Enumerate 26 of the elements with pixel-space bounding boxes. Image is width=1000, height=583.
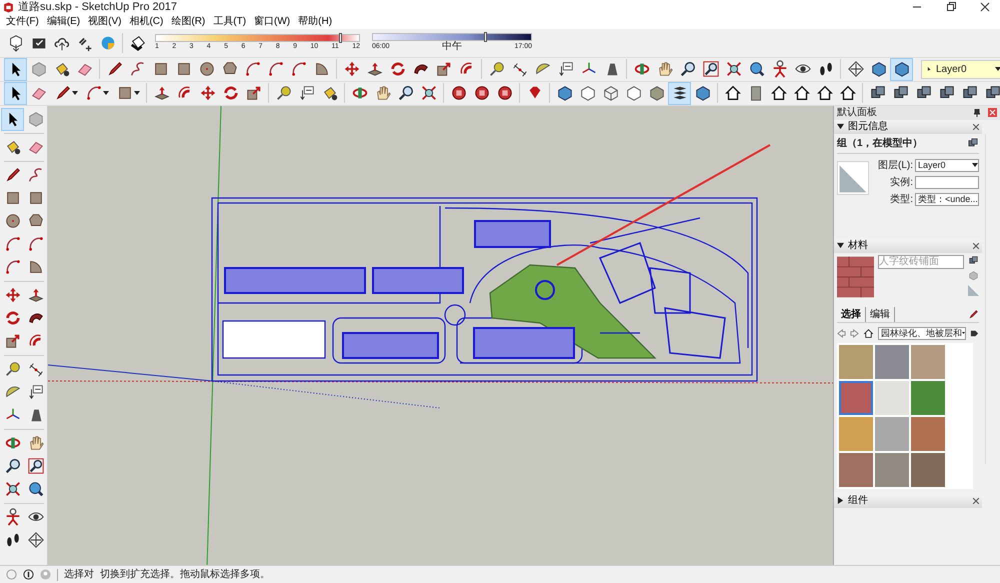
menu-item[interactable]: 相机(C) <box>126 15 166 28</box>
section-header[interactable]: 组件 <box>834 494 982 508</box>
menu-item[interactable]: 视图(V) <box>85 15 124 28</box>
menu-item[interactable]: 窗口(W) <box>251 15 294 28</box>
tray-title: 默认面板 <box>837 106 878 120</box>
menu-item[interactable]: 帮助(H) <box>295 15 336 28</box>
menu-item[interactable]: 编辑(E) <box>44 15 84 28</box>
menu-item[interactable]: 绘图(R) <box>168 15 208 28</box>
field-label: 类型: <box>889 192 913 207</box>
window-title: 道路su.skp - SketchUp Pro 2017 <box>18 0 177 14</box>
menu-item[interactable]: 工具(T) <box>210 15 250 28</box>
status-text: 选择对 <box>64 568 94 582</box>
selection-info: 组（1，在模型中） <box>837 136 924 151</box>
layer-name: Layer0 <box>936 62 968 77</box>
tab[interactable]: 编辑 <box>866 306 895 322</box>
field-label: 图层(L): <box>877 158 913 173</box>
dropdown-field[interactable]: Layer0 <box>915 158 979 172</box>
menu-item[interactable]: 文件(F) <box>3 15 42 28</box>
field-label: 实例: <box>889 176 913 190</box>
tab[interactable]: 选择 <box>837 306 866 322</box>
time-label: 中午 <box>442 41 462 52</box>
section-header[interactable]: 材料 <box>834 238 982 253</box>
layer-dropdown[interactable]: Layer0 <box>921 60 1000 79</box>
section-header[interactable]: 图元信息 <box>834 120 982 134</box>
status-text: 切换到扩充选择。拖动鼠标选择多项。 <box>100 568 270 582</box>
dropdown-value: Layer0 <box>918 158 946 172</box>
